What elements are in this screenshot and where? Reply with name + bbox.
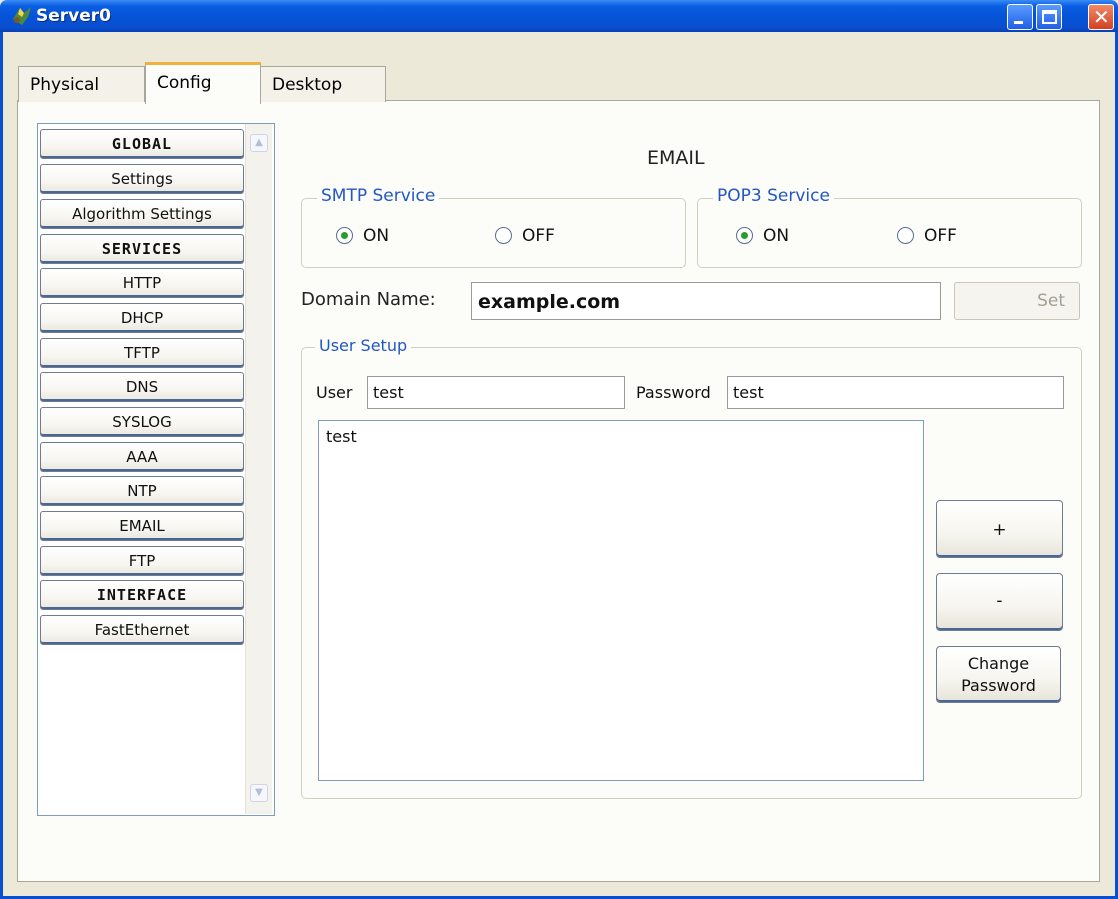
- nav-item-aaa[interactable]: AAA: [40, 442, 244, 472]
- smtp-on-radio[interactable]: ON: [336, 226, 389, 246]
- smtp-off-label: OFF: [522, 226, 555, 246]
- nav-item-settings[interactable]: Settings: [40, 164, 244, 194]
- window-title: Server0: [36, 6, 111, 26]
- pop3-off-label: OFF: [924, 226, 957, 246]
- smtp-service-legend: SMTP Service: [317, 186, 440, 206]
- smtp-on-label: ON: [363, 226, 390, 246]
- close-icon: ✕: [1093, 5, 1110, 29]
- nav-header-interface: INTERFACE: [40, 580, 244, 610]
- nav-item-dhcp[interactable]: DHCP: [40, 303, 244, 333]
- nav-item-email[interactable]: EMAIL: [40, 511, 244, 541]
- tab-config[interactable]: Config: [145, 62, 261, 104]
- page-title: EMAIL: [647, 147, 705, 169]
- list-item[interactable]: test: [326, 427, 357, 446]
- scroll-down-icon[interactable]: ▼: [250, 784, 268, 802]
- user-setup-legend: User Setup: [315, 336, 412, 355]
- nav-item-ftp[interactable]: FTP: [40, 546, 244, 576]
- pop3-service-group: POP3 Service ON OFF: [697, 186, 1082, 268]
- maximize-icon: [1042, 10, 1057, 24]
- change-password-label-line1: Change: [967, 654, 1030, 673]
- nav-item-algorithm-settings[interactable]: Algorithm Settings: [40, 199, 244, 229]
- change-password-button[interactable]: Change Password: [936, 646, 1061, 703]
- domain-name-label: Domain Name:: [301, 289, 436, 310]
- nav-item-http[interactable]: HTTP: [40, 268, 244, 298]
- pop3-on-label: ON: [763, 226, 790, 246]
- server-app-icon: [13, 7, 31, 25]
- pop3-service-legend: POP3 Service: [713, 186, 834, 206]
- nav-item-tftp[interactable]: TFTP: [40, 338, 244, 368]
- domain-name-input[interactable]: example.com: [471, 282, 941, 320]
- nav-scrollbar[interactable]: ▲ ▼: [245, 124, 272, 814]
- maximize-button[interactable]: [1036, 4, 1062, 30]
- smtp-off-radio[interactable]: OFF: [495, 226, 555, 246]
- nav-header-global: GLOBAL: [40, 129, 244, 159]
- tab-physical[interactable]: Physical: [18, 66, 145, 102]
- password-label: Password: [636, 383, 711, 402]
- nav-item-syslog[interactable]: SYSLOG: [40, 407, 244, 437]
- smtp-service-group: SMTP Service ON OFF: [301, 186, 686, 268]
- radio-selected-icon: [336, 227, 353, 244]
- minimize-button[interactable]: [1007, 4, 1033, 30]
- close-button[interactable]: ✕: [1088, 4, 1114, 30]
- set-button[interactable]: Set: [954, 282, 1080, 320]
- nav-item-ntp[interactable]: NTP: [40, 476, 244, 506]
- radio-unselected-icon: [897, 227, 914, 244]
- minimize-icon: [1014, 21, 1023, 24]
- tab-desktop[interactable]: Desktop: [260, 66, 386, 102]
- pop3-off-radio[interactable]: OFF: [897, 226, 957, 246]
- radio-unselected-icon: [495, 227, 512, 244]
- change-password-label-line2: Password: [961, 676, 1036, 695]
- pop3-on-radio[interactable]: ON: [736, 226, 789, 246]
- remove-user-button[interactable]: -: [936, 573, 1063, 631]
- user-list[interactable]: test: [318, 420, 924, 781]
- nav-item-fastethernet[interactable]: FastEthernet: [40, 615, 244, 645]
- scroll-up-icon[interactable]: ▲: [250, 134, 268, 152]
- nav-header-services: SERVICES: [40, 234, 244, 264]
- nav-item-dns[interactable]: DNS: [40, 372, 244, 402]
- radio-selected-icon: [736, 227, 753, 244]
- password-input[interactable]: test: [727, 376, 1064, 409]
- user-label: User: [316, 383, 353, 402]
- add-user-button[interactable]: +: [936, 500, 1063, 558]
- title-bar: Server0 ✕: [0, 0, 1118, 32]
- user-input[interactable]: test: [367, 376, 625, 409]
